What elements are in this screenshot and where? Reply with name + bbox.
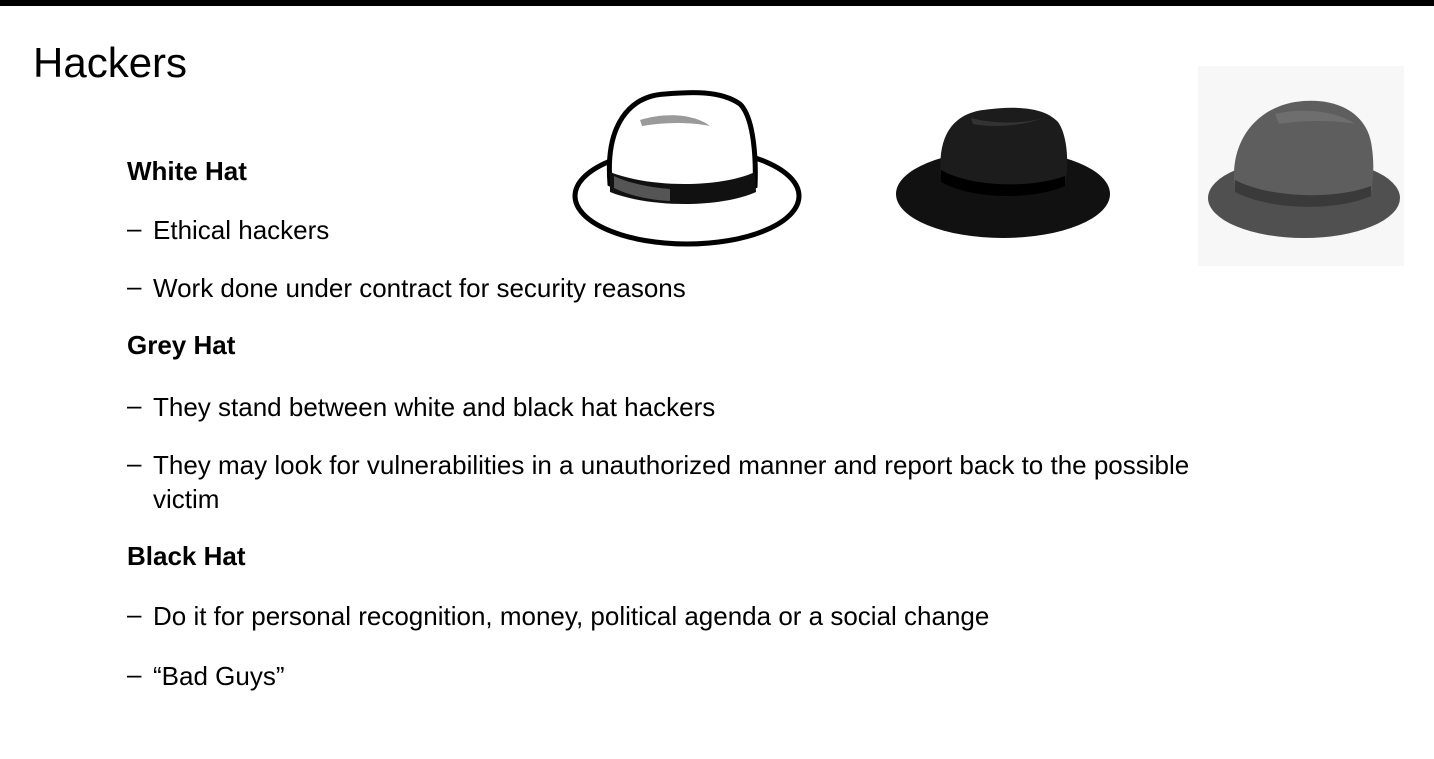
bullet-item: – Work done under contract for security r… [127, 271, 1193, 305]
bullet-item: – “Bad Guys” [127, 659, 1193, 693]
section-heading-grey-hat: Grey Hat [127, 330, 236, 360]
bullet-item: – They stand between white and black hat … [127, 390, 1193, 424]
bullet-dash: – [127, 599, 142, 629]
bullet-dash: – [127, 390, 142, 420]
bullet-text: Work done under contract for security re… [153, 273, 686, 303]
section-heading-black-hat: Black Hat [127, 541, 246, 571]
white-fedora-hat-icon [572, 90, 802, 247]
slide: Hackers White Hat – Ethical hackers – Work… [0, 6, 1434, 759]
bullet-text: “Bad Guys” [153, 661, 285, 691]
bullet-dash: – [127, 213, 142, 243]
bullet-item: – They may look for vulnerabilities in a … [127, 448, 1193, 516]
bullet-dash: – [127, 659, 142, 689]
section-heading-white-hat: White Hat [127, 156, 247, 186]
bullet-dash: – [127, 448, 142, 478]
bullet-text: Do it for personal recognition, money, p… [153, 601, 990, 631]
black-fedora-hat-icon [896, 107, 1110, 238]
bullet-text: They stand between white and black hat h… [153, 392, 716, 422]
grey-fedora-hat-icon [1208, 100, 1400, 238]
bullet-text: They may look for vulnerabilities in a u… [153, 450, 1190, 514]
slide-title: Hackers [33, 39, 188, 86]
bullet-item: – Do it for personal recognition, money, … [127, 599, 1193, 633]
bullet-dash: – [127, 271, 142, 301]
